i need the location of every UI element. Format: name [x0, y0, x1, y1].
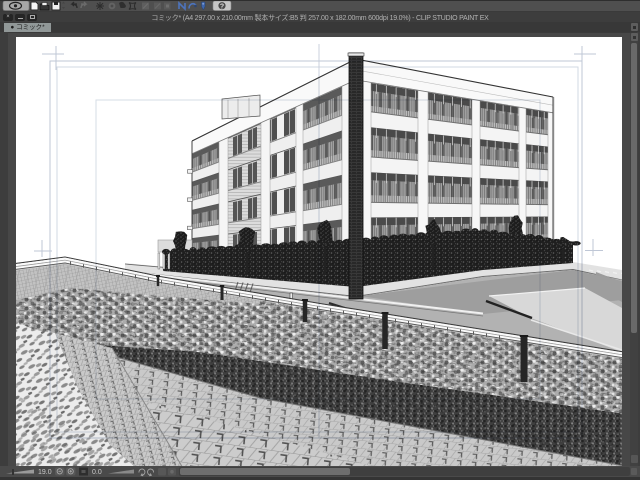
svg-text:0.0: 0.0 [92, 469, 102, 476]
svg-text:19.0: 19.0 [38, 469, 52, 476]
